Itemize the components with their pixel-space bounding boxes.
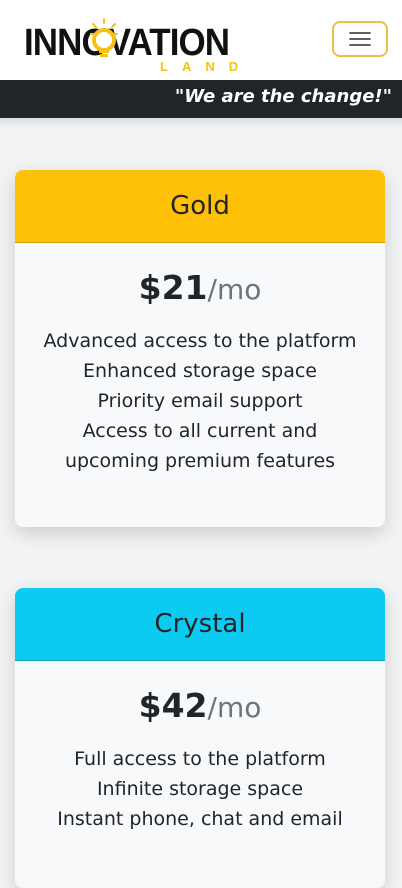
logo-main-text: INNOVATION [24, 22, 230, 64]
feature-item: Priority email support [97, 390, 303, 412]
hamburger-icon [349, 32, 371, 46]
tagline: "We are the change!" [174, 86, 392, 107]
logo-sub-text: LAND [160, 59, 253, 74]
feature-item: Full access to the platform [74, 748, 326, 770]
feature-list: Full access to the platform Infinite sto… [15, 744, 385, 834]
plan-name: Gold [15, 170, 385, 243]
plan-name: Crystal [15, 588, 385, 661]
feature-item: Advanced access to the platform [43, 330, 357, 352]
feature-item: Access to all current and upcoming premi… [64, 420, 336, 472]
lightbulb-icon [90, 18, 118, 57]
tagline-bar: "We are the change!" [0, 80, 402, 118]
price-amount: $42 [138, 686, 208, 725]
pricing-card-gold: Gold $21/mo Advanced access to the platf… [15, 170, 385, 527]
feature-item: Enhanced storage space [83, 360, 317, 382]
menu-toggle-button[interactable] [332, 21, 388, 57]
plan-price: $21/mo [15, 271, 385, 304]
feature-item: Instant phone, chat and email [57, 808, 343, 830]
price-amount: $21 [138, 268, 208, 307]
feature-item: Infinite storage space [96, 778, 304, 800]
plan-price: $42/mo [15, 689, 385, 722]
header-shadow [0, 118, 402, 128]
brand-logo[interactable]: INNOVATION LAND [24, 18, 238, 76]
price-period: /mo [207, 691, 262, 724]
price-period: /mo [207, 273, 262, 306]
pricing-card-crystal: Crystal $42/mo Full access to the platfo… [15, 588, 385, 888]
navbar: INNOVATION LAND [0, 0, 402, 80]
feature-list: Advanced access to the platform Enhanced… [15, 326, 385, 476]
